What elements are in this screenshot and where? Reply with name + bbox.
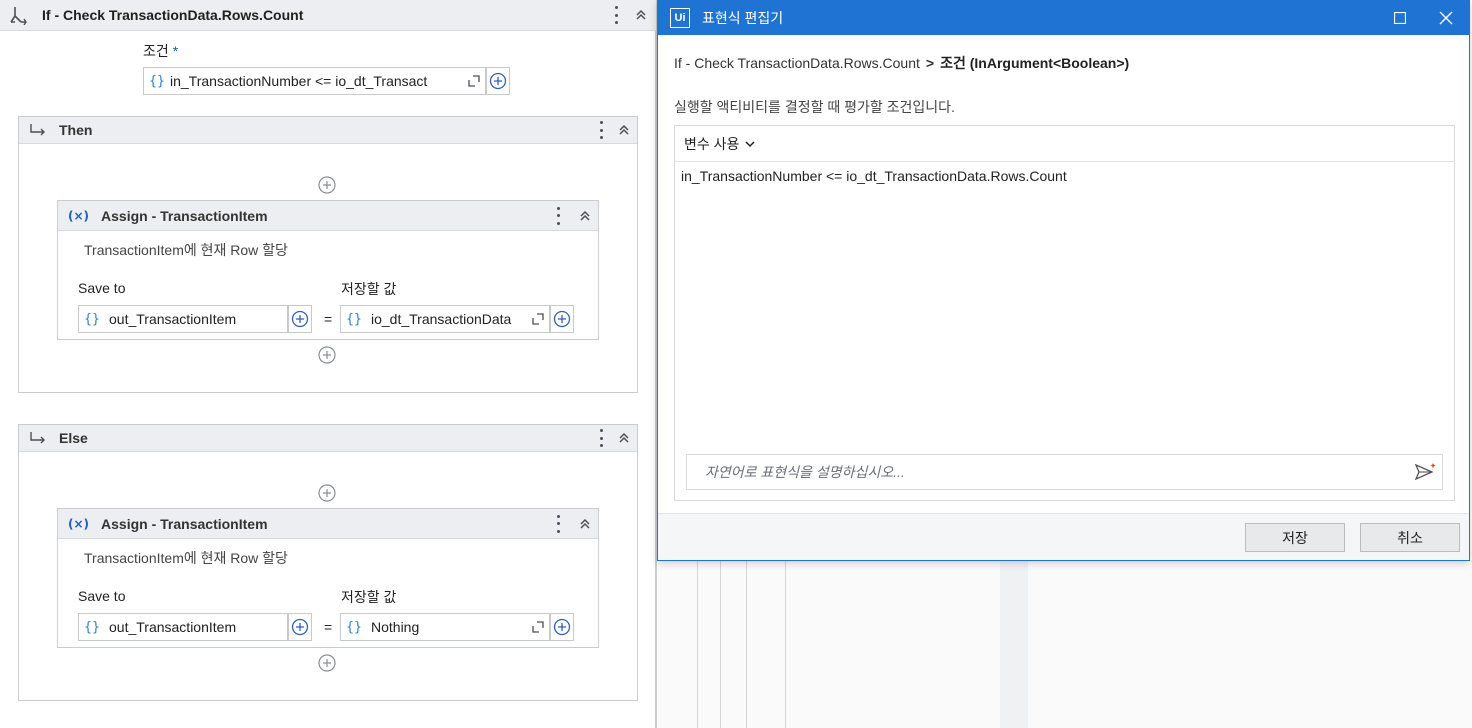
collapse-icon[interactable]: [617, 431, 631, 445]
assign-header[interactable]: (×) Assign - TransactionItem: [58, 509, 598, 539]
if-branch-icon: [4, 0, 34, 31]
close-icon[interactable]: [1423, 1, 1469, 35]
more-options-icon[interactable]: [599, 121, 603, 139]
expression-editor[interactable]: 변수 사용 in_TransactionNumber <= io_dt_Tran…: [674, 125, 1455, 501]
save-to-field[interactable]: {} out_TransactionItem: [78, 613, 288, 641]
value-expression-text: Nothing: [371, 619, 420, 635]
background-divider: [785, 560, 786, 728]
else-assign-activity[interactable]: (×) Assign - TransactionItem Transaction…: [57, 508, 599, 648]
save-to-add-button[interactable]: [288, 305, 312, 333]
then-branch: Then (×) Assign - TransactionItem Transa…: [18, 116, 638, 393]
expand-editor-icon[interactable]: [463, 68, 485, 94]
required-marker: *: [172, 43, 179, 59]
expression-brace-icon: {}: [346, 619, 362, 635]
add-activity-icon[interactable]: [318, 176, 336, 194]
value-label: 저장할 값: [341, 281, 397, 297]
then-branch-header[interactable]: Then: [19, 117, 637, 144]
background-divider: [697, 560, 698, 728]
else-label: Else: [59, 430, 88, 446]
background-divider: [746, 560, 747, 728]
assign-title: Assign - TransactionItem: [101, 207, 268, 224]
more-options-icon[interactable]: [556, 514, 560, 533]
use-variables-dropdown[interactable]: 변수 사용: [675, 126, 1454, 162]
collapse-icon[interactable]: [634, 8, 648, 22]
more-options-icon[interactable]: [614, 6, 618, 24]
expression-brace-icon: {}: [346, 311, 362, 327]
background-splitter: [1000, 560, 1028, 728]
save-to-value: out_TransactionItem: [109, 311, 237, 327]
expression-brace-icon: {}: [149, 73, 165, 89]
dialog-titlebar[interactable]: Ui 표현식 편집기: [658, 1, 1469, 35]
save-button[interactable]: 저장: [1245, 523, 1345, 552]
else-branch: Else (×) Assign - TransactionItem Transa…: [18, 424, 638, 701]
assign-title: Assign - TransactionItem: [101, 515, 268, 532]
add-activity-icon[interactable]: [318, 484, 336, 502]
branch-arrow-icon: [29, 123, 51, 137]
save-to-add-button[interactable]: [288, 613, 312, 641]
condition-add-button[interactable]: [486, 67, 510, 95]
cancel-button[interactable]: 취소: [1360, 523, 1460, 552]
then-assign-activity[interactable]: (×) Assign - TransactionItem Transaction…: [57, 200, 599, 340]
breadcrumb-separator: >: [925, 55, 935, 71]
expression-brace-icon: {}: [84, 311, 100, 327]
value-label: 저장할 값: [341, 589, 397, 605]
send-icon[interactable]: [1408, 455, 1442, 489]
dialog-footer: 저장 취소: [658, 513, 1469, 560]
if-activity-header[interactable]: If - Check TransactionData.Rows.Count: [0, 0, 656, 31]
value-field[interactable]: {} io_dt_TransactionData: [340, 305, 550, 333]
breadcrumb-path: If - Check TransactionData.Rows.Count: [674, 55, 920, 71]
assign-variable-icon: (×): [68, 208, 90, 223]
breadcrumb-current: 조건 (InArgument<Boolean>): [940, 55, 1130, 71]
save-to-label: Save to: [78, 280, 126, 296]
assign-variable-icon: (×): [68, 516, 90, 531]
value-field[interactable]: {} Nothing: [340, 613, 550, 641]
equals-sign: =: [324, 311, 333, 327]
else-branch-header[interactable]: Else: [19, 425, 637, 452]
natural-language-placeholder: 자연어로 표현식을 설명하십시오...: [705, 464, 905, 480]
expand-editor-icon[interactable]: [527, 614, 549, 640]
assign-header[interactable]: (×) Assign - TransactionItem: [58, 201, 598, 231]
then-label: Then: [59, 122, 93, 138]
use-variables-label: 변수 사용: [684, 135, 740, 152]
value-expression-text: io_dt_TransactionData: [371, 311, 512, 327]
background-divider: [720, 560, 721, 728]
add-activity-icon[interactable]: [318, 654, 336, 672]
value-add-button[interactable]: [550, 613, 574, 641]
argument-description: 실행할 액티비티를 결정할 때 평가할 조건입니다.: [674, 99, 955, 115]
save-to-value: out_TransactionItem: [109, 619, 237, 635]
branch-arrow-icon: [29, 431, 51, 445]
save-to-label: Save to: [78, 588, 126, 604]
maximize-icon[interactable]: [1377, 1, 1423, 35]
more-options-icon[interactable]: [556, 206, 560, 225]
uipath-logo: Ui: [670, 8, 690, 28]
equals-sign: =: [324, 619, 333, 635]
dialog-title: 표현식 편집기: [702, 10, 784, 26]
more-options-icon[interactable]: [599, 429, 603, 447]
expression-code[interactable]: in_TransactionNumber <= io_dt_Transactio…: [681, 168, 1067, 184]
add-activity-icon[interactable]: [318, 346, 336, 364]
assign-description: TransactionItem에 현재 Row 할당: [84, 550, 288, 566]
expand-editor-icon[interactable]: [527, 306, 549, 332]
natural-language-input[interactable]: 자연어로 표현식을 설명하십시오...: [686, 454, 1443, 490]
breadcrumb: If - Check TransactionData.Rows.Count > 조건…: [674, 53, 1129, 73]
chevron-down-icon: [745, 140, 755, 148]
assign-description: TransactionItem에 현재 Row 할당: [84, 242, 288, 258]
collapse-icon[interactable]: [617, 123, 631, 137]
value-add-button[interactable]: [550, 305, 574, 333]
collapse-icon[interactable]: [578, 517, 592, 531]
expression-brace-icon: {}: [84, 619, 100, 635]
save-to-field[interactable]: {} out_TransactionItem: [78, 305, 288, 333]
collapse-icon[interactable]: [578, 209, 592, 223]
background-panel: [658, 560, 1472, 728]
condition-expression-text: in_TransactionNumber <= io_dt_Transact: [170, 73, 428, 89]
workflow-designer: If - Check TransactionData.Rows.Count 조건…: [0, 0, 657, 728]
condition-label: 조건 *: [143, 41, 178, 61]
condition-label-text: 조건: [143, 43, 169, 59]
expression-editor-dialog: Ui 표현식 편집기 If - Check TransactionData.Ro…: [657, 0, 1470, 561]
if-activity-title: If - Check TransactionData.Rows.Count: [42, 7, 304, 23]
condition-expression-field[interactable]: {} in_TransactionNumber <= io_dt_Transac…: [143, 67, 486, 95]
